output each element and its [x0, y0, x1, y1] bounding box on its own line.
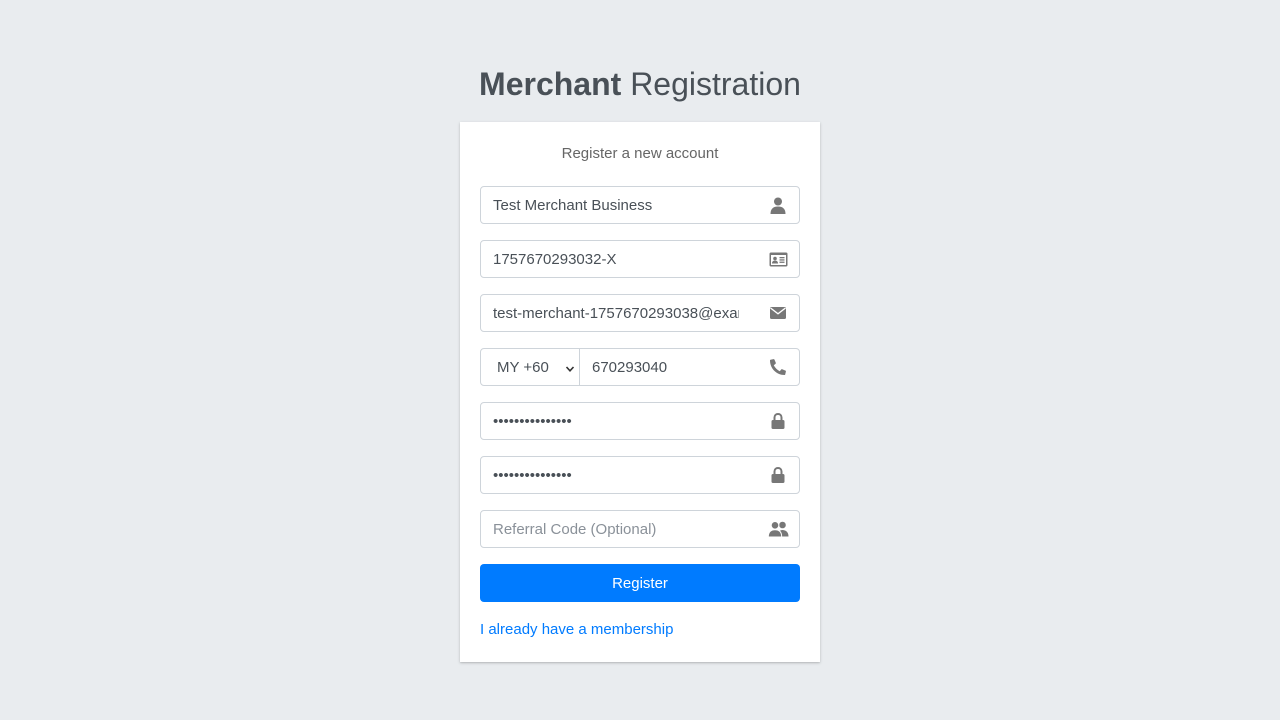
- phone-icon: [757, 349, 799, 385]
- country-code-value: MY +60: [497, 358, 549, 376]
- business-name-input[interactable]: [481, 187, 751, 223]
- lock-icon: [757, 457, 799, 493]
- card-subtitle: Register a new account: [561, 145, 719, 162]
- page-title-light: Registration: [630, 66, 801, 102]
- page-title-bold: Merchant: [479, 66, 622, 102]
- id-number-input[interactable]: [481, 241, 751, 277]
- users-icon: [757, 511, 799, 547]
- phone-field: [579, 348, 800, 386]
- email-input[interactable]: [481, 295, 751, 331]
- password-input[interactable]: [481, 403, 751, 439]
- password-field: [480, 402, 800, 440]
- login-link[interactable]: I already have a membership: [480, 620, 673, 640]
- register-button[interactable]: Register: [480, 564, 800, 602]
- chevron-down-icon: [565, 361, 575, 378]
- id-number-field: [480, 240, 800, 278]
- confirm-password-field: [480, 456, 800, 494]
- phone-row: MY +60: [480, 348, 800, 386]
- business-name-field: [480, 186, 800, 224]
- page-title: Merchant Registration: [0, 62, 1280, 106]
- envelope-icon: [757, 295, 799, 331]
- country-code-select[interactable]: MY +60: [480, 348, 580, 386]
- lock-icon: [757, 403, 799, 439]
- email-field: [480, 294, 800, 332]
- referral-code-input[interactable]: [481, 511, 751, 547]
- register-card: Register a new account MY +60: [460, 122, 820, 662]
- phone-input[interactable]: [580, 349, 750, 385]
- referral-code-field: [480, 510, 800, 548]
- user-icon: [757, 187, 799, 223]
- id-card-icon: [757, 241, 799, 277]
- confirm-password-input[interactable]: [481, 457, 751, 493]
